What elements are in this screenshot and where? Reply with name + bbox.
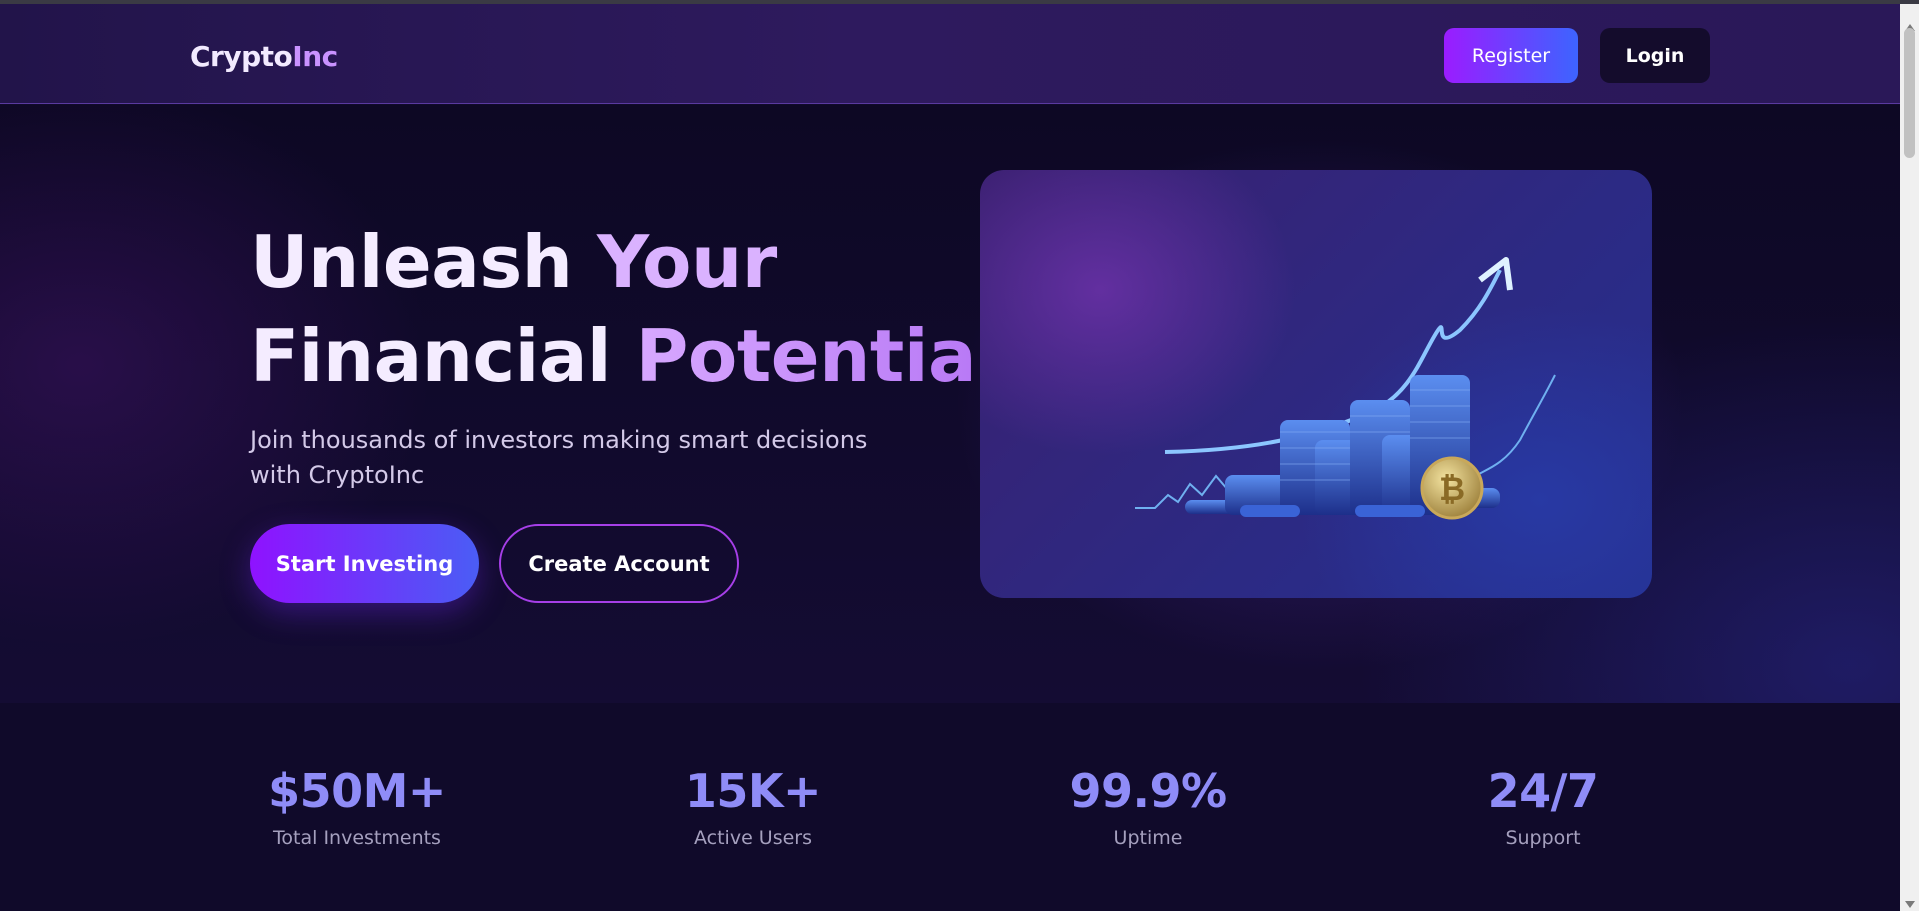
stat-value: $50M+ (268, 764, 446, 818)
hero-title-financial: Financial (250, 314, 636, 398)
logo[interactable]: CryptoInc (190, 40, 338, 73)
create-account-button[interactable]: Create Account (499, 524, 739, 603)
stat-value: 15K+ (684, 764, 822, 818)
register-button[interactable]: Register (1444, 28, 1578, 83)
stat-label: Uptime (1113, 827, 1183, 849)
page: CryptoInc Register Login Unleash Your Fi… (0, 0, 1919, 911)
hero-title: Unleash Your Financial Potential (250, 215, 1001, 403)
bitcoin-icon: ₿ (1439, 470, 1465, 508)
stat-value: 24/7 (1487, 764, 1599, 818)
hero-title-potential: Potential (635, 314, 1001, 398)
coin-stack-growth-icon: ₿ (1135, 257, 1556, 520)
hero-title-your: Your (597, 220, 777, 304)
scroll-thumb[interactable] (1904, 28, 1915, 158)
scroll-down-arrow-icon[interactable] (1905, 901, 1915, 908)
stat-active-users: 15K+ Active Users (623, 763, 883, 849)
hero-illustration: ₿ (980, 170, 1652, 598)
stat-label: Total Investments (273, 827, 441, 849)
stat-total-investments: $50M+ Total Investments (227, 763, 487, 849)
logo-text-inc: Inc (292, 40, 338, 73)
stat-support: 24/7 Support (1413, 763, 1673, 849)
logo-text-crypto: Crypto (190, 40, 293, 73)
stat-label: Active Users (693, 827, 813, 849)
navbar: CryptoInc Register Login (0, 4, 1900, 104)
vertical-scrollbar[interactable] (1900, 4, 1919, 911)
login-button[interactable]: Login (1600, 28, 1710, 83)
hero-title-unleash: Unleash (250, 220, 597, 304)
start-investing-button[interactable]: Start Investing (250, 524, 479, 603)
stat-value: 99.9% (1069, 764, 1227, 818)
stat-uptime: 99.9% Uptime (1018, 763, 1278, 849)
hero-subtitle: Join thousands of investors making smart… (250, 426, 868, 489)
stats-section: $50M+ Total Investments 15K+ Active User… (0, 703, 1900, 911)
stat-label: Support (1505, 827, 1581, 849)
hero-section: Unleash Your Financial Potential Join th… (0, 105, 1900, 703)
